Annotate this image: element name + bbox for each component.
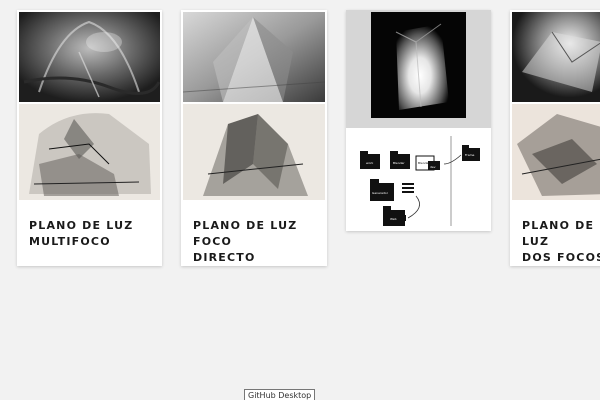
diagram-label: Blender [393, 161, 405, 165]
card-title-line: DOS FOCOS [522, 251, 600, 264]
drawing-stipple [183, 104, 325, 200]
card-title-line: DIRECTO [193, 251, 256, 264]
flow-diagram: work Blender Blender dev Frame Generador… [346, 128, 491, 231]
project-card-diagram[interactable]: work Blender Blender dev Frame Generador… [346, 10, 491, 231]
card-title: PLANO DE LUZ DOS FOCOS [522, 218, 600, 266]
card-title-line: PLANO DE LUZ [29, 219, 134, 232]
diagram-label: dev [430, 165, 436, 169]
photo-light-sculpture [19, 12, 160, 102]
folder-icon [390, 151, 410, 169]
drawing-stipple [512, 104, 600, 200]
diagram-label: work [366, 161, 374, 165]
project-card-foco-directo[interactable]: PLANO DE LUZ FOCO DIRECTO [181, 10, 327, 266]
photo-folded-paper [183, 12, 325, 102]
photo-light-sculpture [512, 12, 600, 102]
diagram-label: Blender [418, 161, 430, 165]
flow-diagram-svg: work Blender Blender dev Frame Generador… [360, 136, 480, 226]
folder-icon [360, 151, 380, 169]
diagram-label: Frame [465, 153, 475, 157]
card-title: PLANO DE LUZ MULTIFOCO [29, 218, 154, 250]
file-list-icon [402, 183, 414, 193]
photo-lamp [371, 12, 466, 118]
folder-icon [383, 206, 406, 226]
folder-icon [370, 179, 394, 201]
card-title-line: PLANO DE LUZ FOCO [193, 219, 298, 248]
diagram-label: Generador [372, 191, 389, 195]
drawing-stipple [19, 104, 160, 200]
diagram-label: Web [390, 217, 397, 221]
card-title: PLANO DE LUZ FOCO DIRECTO [193, 218, 319, 266]
card-title-line: PLANO DE LUZ [522, 219, 595, 248]
taskbar-tooltip: GitHub Desktop [244, 389, 316, 400]
gallery-page: PLANO DE LUZ MULTIFOCO PLANO DE LUZ FOCO… [0, 0, 600, 400]
card-title-line: MULTIFOCO [29, 235, 111, 248]
project-card-multifoco[interactable]: PLANO DE LUZ MULTIFOCO [17, 10, 162, 266]
project-card-dos-focos[interactable]: PLANO DE LUZ DOS FOCOS [510, 10, 600, 266]
